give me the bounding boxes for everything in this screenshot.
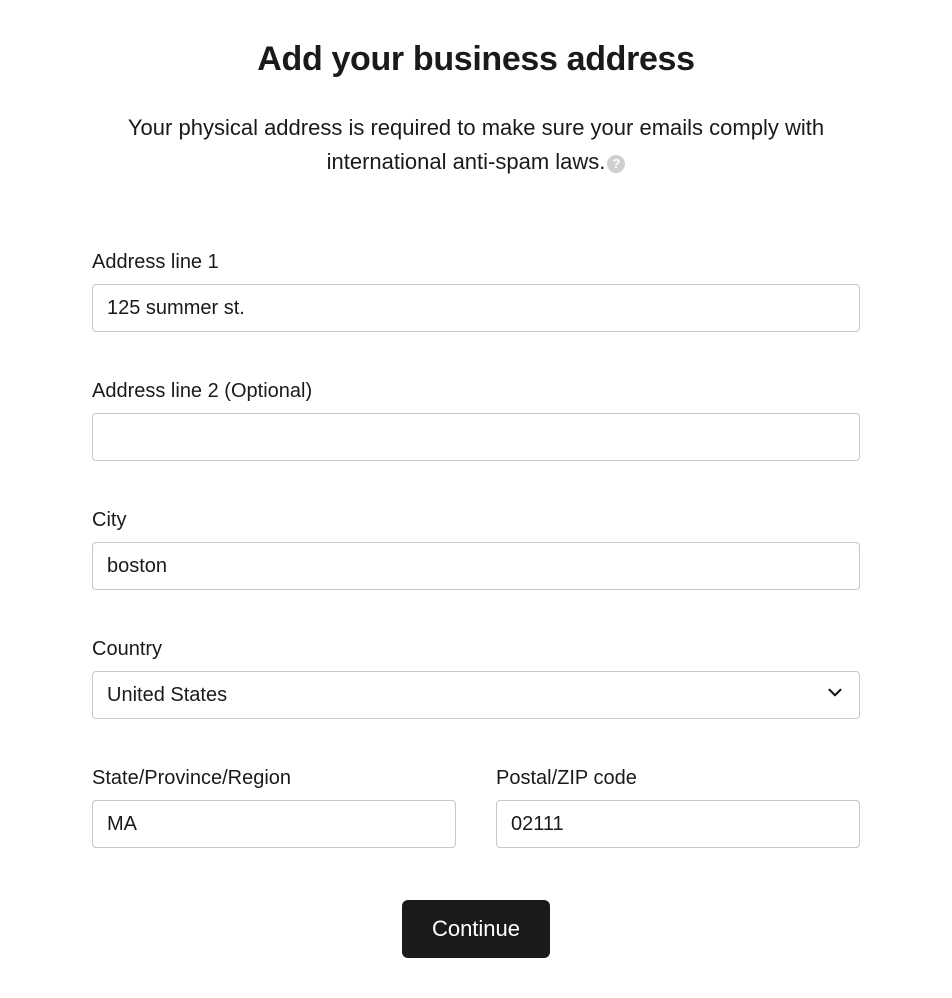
city-label: City (92, 509, 860, 532)
field-country: Country United States (92, 638, 860, 719)
form-header: Add your business address Your physical … (92, 40, 860, 179)
address-form: Address line 1 Address line 2 (Optional)… (92, 251, 860, 958)
city-input[interactable] (92, 542, 860, 590)
postal-label: Postal/ZIP code (496, 767, 860, 790)
country-label: Country (92, 638, 860, 661)
page-title: Add your business address (92, 40, 860, 79)
postal-input[interactable] (496, 800, 860, 848)
address-line-1-input[interactable] (92, 284, 860, 332)
help-icon[interactable]: ? (607, 155, 625, 173)
continue-button[interactable]: Continue (402, 900, 550, 958)
subtitle-text: Your physical address is required to mak… (128, 115, 824, 174)
state-postal-row: State/Province/Region Postal/ZIP code (92, 767, 860, 848)
field-address-line-1: Address line 1 (92, 251, 860, 332)
country-select[interactable]: United States (92, 671, 860, 719)
form-actions: Continue (92, 900, 860, 958)
address-line-1-label: Address line 1 (92, 251, 860, 274)
field-city: City (92, 509, 860, 590)
country-select-wrapper: United States (92, 671, 860, 719)
address-line-2-label: Address line 2 (Optional) (92, 380, 860, 403)
field-state: State/Province/Region (92, 767, 456, 848)
field-postal: Postal/ZIP code (496, 767, 860, 848)
page-subtitle: Your physical address is required to mak… (106, 111, 846, 179)
state-label: State/Province/Region (92, 767, 456, 790)
field-address-line-2: Address line 2 (Optional) (92, 380, 860, 461)
address-line-2-input[interactable] (92, 413, 860, 461)
state-input[interactable] (92, 800, 456, 848)
